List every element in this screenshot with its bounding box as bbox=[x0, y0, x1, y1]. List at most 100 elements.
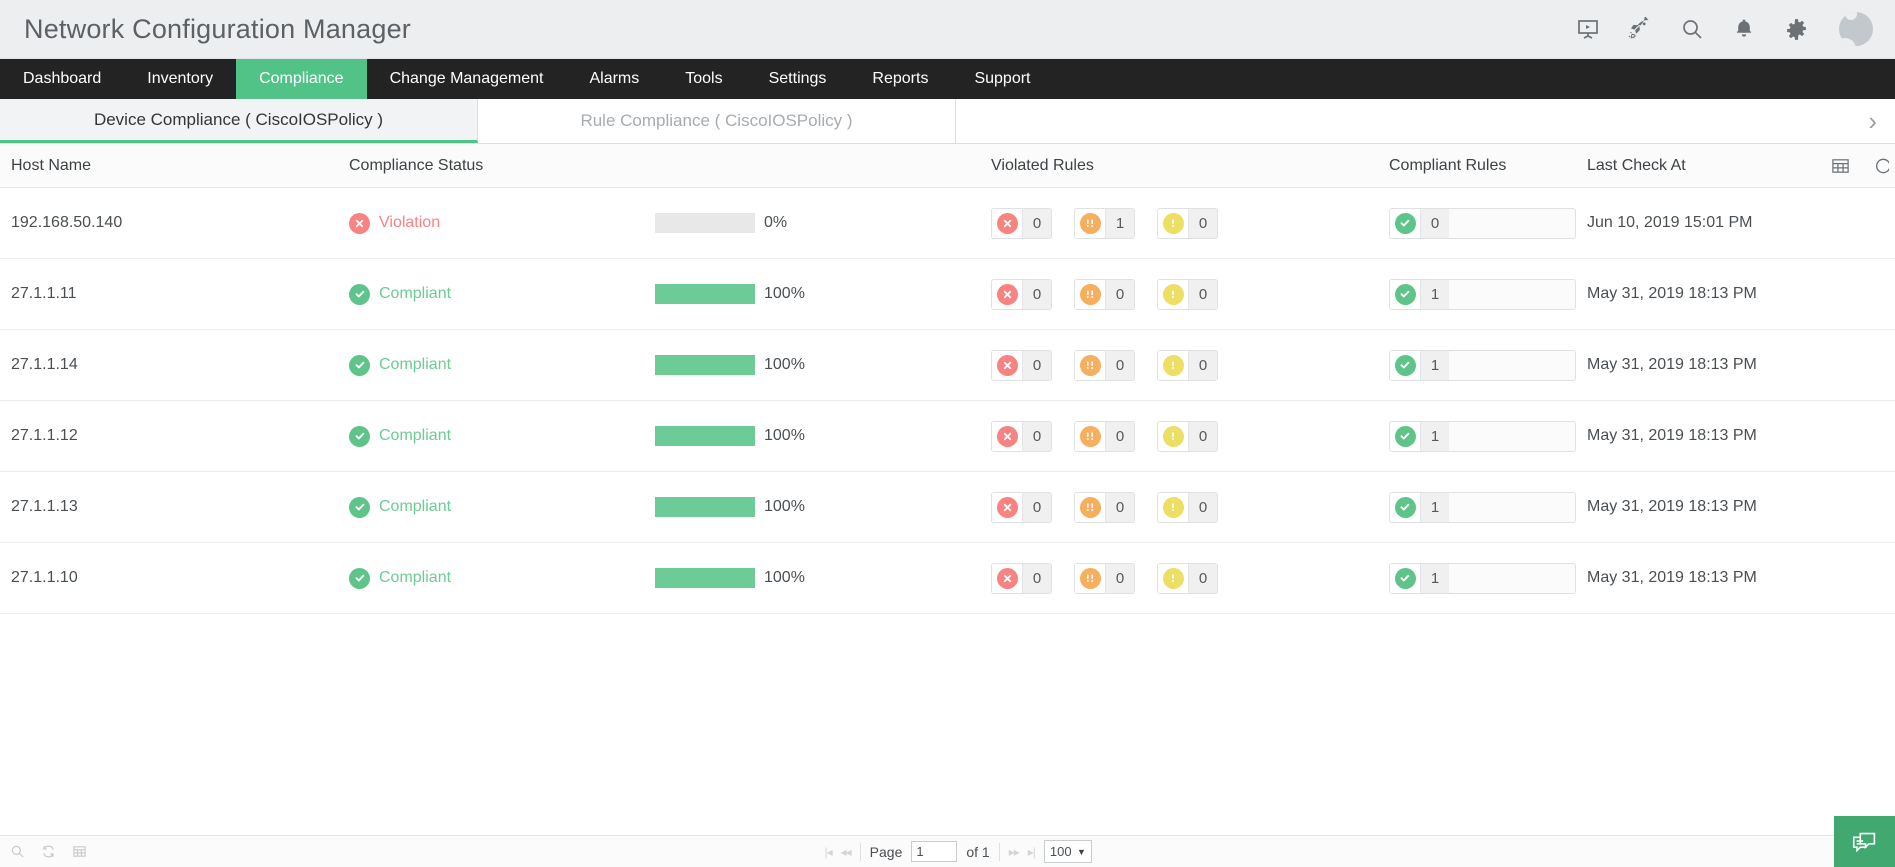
progress-track bbox=[655, 355, 755, 375]
nav-item-reports[interactable]: Reports bbox=[849, 59, 951, 99]
badge-icon-slot bbox=[1075, 563, 1105, 593]
table-row[interactable]: 27.1.1.14 Compliant 100% 0 0 0 1 May 31, 2019 1… bbox=[0, 330, 1895, 401]
critical-rules-count: 0 bbox=[1022, 421, 1051, 451]
cell-host-name: 27.1.1.11 bbox=[11, 285, 77, 302]
page-number-input[interactable] bbox=[911, 841, 958, 862]
page-size-select[interactable]: 100 ▼ bbox=[1043, 840, 1092, 863]
major-rules-badge[interactable]: 0 bbox=[1074, 349, 1135, 381]
cell-compliance-status: Compliant bbox=[338, 354, 644, 376]
minor-rules-badge[interactable]: 0 bbox=[1157, 562, 1218, 594]
minor-rules-badge[interactable]: 0 bbox=[1157, 491, 1218, 523]
major-severity-icon bbox=[1079, 496, 1101, 518]
badge-icon-slot bbox=[1158, 350, 1188, 380]
progress-fill bbox=[655, 284, 755, 304]
column-header-host-name[interactable]: Host Name bbox=[0, 157, 338, 175]
table-body: 192.168.50.140 Violation 0% 0 1 0 0 Jun 10, 201… bbox=[0, 188, 1895, 614]
compliant-rules-badge[interactable]: 1 bbox=[1389, 349, 1576, 381]
violated-badge-group: 0 0 0 bbox=[991, 562, 1378, 594]
first-page-button[interactable]: |◂ bbox=[824, 845, 832, 859]
last-page-button[interactable]: ▸| bbox=[1028, 845, 1036, 859]
compliant-rules-badge[interactable]: 1 bbox=[1389, 420, 1576, 452]
major-rules-count: 0 bbox=[1105, 350, 1134, 380]
major-rules-count: 1 bbox=[1105, 208, 1134, 238]
previous-page-button[interactable]: ◂◂ bbox=[841, 845, 852, 859]
close-tab-icon[interactable]: › bbox=[1868, 108, 1877, 134]
table-row[interactable]: 27.1.1.10 Compliant 100% 0 0 0 1 May 31, 2019 1… bbox=[0, 543, 1895, 614]
progress-label: 100% bbox=[764, 498, 805, 515]
badge-icon-slot bbox=[1158, 563, 1188, 593]
critical-rules-count: 0 bbox=[1022, 350, 1051, 380]
minor-severity-icon bbox=[1162, 212, 1184, 234]
avatar-head bbox=[1845, 12, 1857, 20]
footer-icon-group bbox=[0, 844, 87, 859]
critical-severity-icon bbox=[996, 425, 1018, 447]
status-label: Compliant bbox=[379, 427, 452, 444]
minor-rules-badge[interactable]: 0 bbox=[1157, 278, 1218, 310]
critical-rules-badge[interactable]: 0 bbox=[991, 349, 1052, 381]
major-rules-badge[interactable]: 0 bbox=[1074, 278, 1135, 310]
minor-rules-badge[interactable]: 0 bbox=[1157, 349, 1218, 381]
cell-compliance-status: Compliant bbox=[338, 567, 644, 589]
table-row[interactable]: 27.1.1.11 Compliant 100% 0 0 0 1 May 31, 2019 1… bbox=[0, 259, 1895, 330]
pager-divider-right bbox=[998, 842, 1000, 861]
nav-item-dashboard[interactable]: Dashboard bbox=[0, 59, 124, 99]
settings-circle-icon[interactable] bbox=[1870, 156, 1889, 175]
rocket-icon[interactable] bbox=[1627, 16, 1653, 42]
table-row[interactable]: 27.1.1.13 Compliant 100% 0 0 0 1 May 31, 2019 1… bbox=[0, 472, 1895, 543]
cell-last-check-at: May 31, 2019 18:13 PM bbox=[1587, 427, 1757, 444]
progress-bar-group: 100% bbox=[655, 497, 980, 517]
major-rules-badge[interactable]: 0 bbox=[1074, 562, 1135, 594]
nav-item-change-management[interactable]: Change Management bbox=[367, 59, 567, 99]
nav-item-settings[interactable]: Settings bbox=[746, 59, 850, 99]
cell-last-check-at: May 31, 2019 18:13 PM bbox=[1587, 498, 1757, 515]
gear-icon[interactable] bbox=[1783, 16, 1809, 42]
critical-rules-count: 0 bbox=[1022, 279, 1051, 309]
table-footer: |◂ ◂◂ Page of 1 ▸▸ ▸| 100 ▼ bbox=[0, 816, 1895, 867]
critical-rules-badge[interactable]: 0 bbox=[991, 420, 1052, 452]
sub-tab-rule-compliance[interactable]: Rule Compliance ( CiscoIOSPolicy ) bbox=[478, 99, 956, 143]
critical-rules-badge[interactable]: 0 bbox=[991, 562, 1052, 594]
column-header-violated-rules[interactable]: Violated Rules bbox=[980, 157, 1378, 175]
compliant-rules-badge[interactable]: 1 bbox=[1389, 562, 1576, 594]
search-icon[interactable] bbox=[1679, 16, 1705, 42]
critical-rules-badge[interactable]: 0 bbox=[991, 278, 1052, 310]
presentation-icon[interactable] bbox=[1575, 16, 1601, 42]
compliant-severity-icon bbox=[1394, 496, 1416, 518]
grid-icon[interactable] bbox=[72, 844, 87, 859]
table-row[interactable]: 27.1.1.12 Compliant 100% 0 0 0 1 May 31, 2019 1… bbox=[0, 401, 1895, 472]
nav-item-alarms[interactable]: Alarms bbox=[566, 59, 662, 99]
compliant-rules-badge[interactable]: 1 bbox=[1389, 278, 1576, 310]
sub-tab-device-compliance[interactable]: Device Compliance ( CiscoIOSPolicy ) bbox=[0, 99, 478, 143]
nav-item-compliance[interactable]: Compliance bbox=[236, 59, 367, 99]
compliant-rules-count: 1 bbox=[1420, 492, 1449, 522]
major-rules-badge[interactable]: 0 bbox=[1074, 420, 1135, 452]
sub-tab-bar: Device Compliance ( CiscoIOSPolicy ) Rule… bbox=[0, 99, 1895, 144]
major-rules-badge[interactable]: 1 bbox=[1074, 207, 1135, 239]
compliant-rules-badge[interactable]: 1 bbox=[1389, 491, 1576, 523]
search-icon[interactable] bbox=[10, 844, 25, 859]
compliant-rules-badge[interactable]: 0 bbox=[1389, 207, 1576, 239]
major-rules-badge[interactable]: 0 bbox=[1074, 491, 1135, 523]
column-header-compliance-status[interactable]: Compliance Status bbox=[338, 157, 644, 175]
bell-icon[interactable] bbox=[1731, 16, 1757, 42]
compliance-table: Host Name Compliance Status Violated Rul… bbox=[0, 144, 1895, 614]
table-row[interactable]: 192.168.50.140 Violation 0% 0 1 0 0 Jun 10, 201… bbox=[0, 188, 1895, 259]
critical-rules-badge[interactable]: 0 bbox=[991, 491, 1052, 523]
column-chooser-icon[interactable] bbox=[1831, 156, 1850, 175]
user-avatar[interactable] bbox=[1839, 12, 1873, 46]
minor-rules-count: 0 bbox=[1188, 563, 1217, 593]
critical-severity-icon bbox=[349, 212, 370, 234]
nav-item-support[interactable]: Support bbox=[951, 59, 1053, 99]
column-header-compliant-rules[interactable]: Compliant Rules bbox=[1378, 157, 1576, 175]
nav-item-inventory[interactable]: Inventory bbox=[124, 59, 236, 99]
chat-widget-button[interactable] bbox=[1834, 816, 1895, 867]
critical-severity-icon bbox=[996, 354, 1018, 376]
cell-host-name: 192.168.50.140 bbox=[11, 214, 123, 231]
cell-compliance-progress: 0% bbox=[644, 213, 980, 233]
next-page-button[interactable]: ▸▸ bbox=[1009, 845, 1020, 859]
critical-rules-badge[interactable]: 0 bbox=[991, 207, 1052, 239]
minor-rules-badge[interactable]: 0 bbox=[1157, 207, 1218, 239]
minor-rules-badge[interactable]: 0 bbox=[1157, 420, 1218, 452]
refresh-icon[interactable] bbox=[41, 844, 56, 859]
nav-item-tools[interactable]: Tools bbox=[662, 59, 745, 99]
